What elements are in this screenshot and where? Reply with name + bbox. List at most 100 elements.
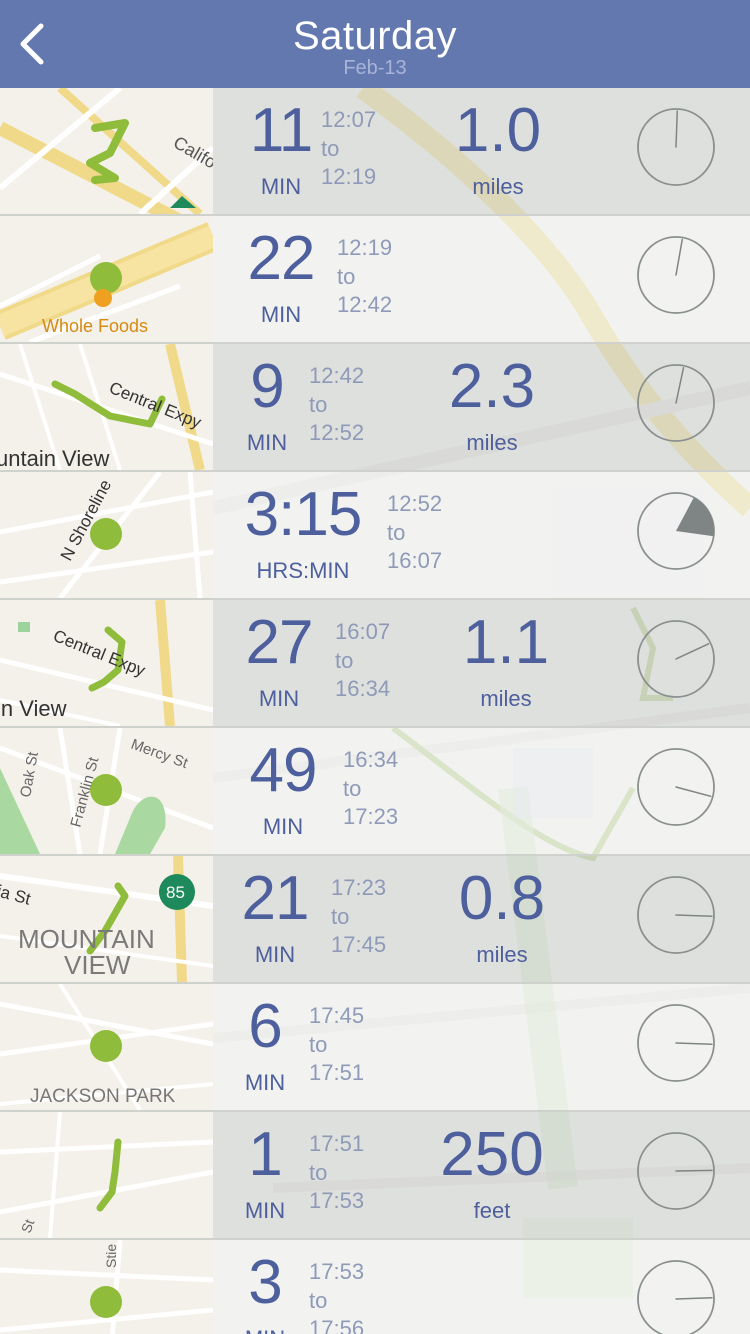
distance-unit: miles — [480, 686, 532, 711]
trip-summary: 1 MIN 17:51 to 17:53 250 feet — [213, 1112, 750, 1238]
duration-unit: MIN — [205, 1326, 325, 1334]
clock-icon — [637, 236, 715, 314]
clock-hand — [675, 1169, 713, 1172]
map-thumbnail[interactable]: Stie — [0, 1240, 213, 1334]
location-dot — [90, 262, 122, 294]
trip-row[interactable]: ia St MOUNTAIN VIEW 85 21 MIN 17:23 to 17:45 0.8 m… — [0, 856, 750, 984]
clock-hand — [675, 110, 679, 148]
clock-icon — [637, 748, 715, 826]
duration-value: 22 — [247, 224, 316, 293]
trip-row[interactable]: Califo 11 MIN 12:07 to 12:19 1.0 miles — [0, 88, 750, 216]
area-label: JACKSON PARK — [30, 1086, 176, 1107]
clock-hand — [675, 643, 710, 660]
time-range: 12:42 to 12:52 — [309, 362, 364, 448]
nav-bar: Saturday Feb-13 — [0, 0, 750, 88]
trip-summary: 21 MIN 17:23 to 17:45 0.8 miles — [213, 856, 750, 982]
clock-icon — [637, 1004, 715, 1082]
map-thumbnail[interactable]: Central Expy in View — [0, 600, 213, 726]
duration-unit: MIN — [262, 814, 304, 839]
clock-hand — [675, 238, 684, 276]
duration-value: 3:15 — [244, 480, 363, 549]
trip-summary: 49 MIN 16:34 to 17:23 — [213, 728, 750, 854]
duration-unit: MIN — [260, 302, 302, 327]
distance-value: 250 — [440, 1120, 544, 1189]
clock-hand — [675, 914, 713, 918]
trip-row[interactable]: Oak St Franklin St Mercy St 49 MIN 16:34 to 17:… — [0, 728, 750, 856]
to-label: to — [331, 903, 350, 929]
clock-hand — [675, 1296, 713, 1300]
city-label: untain View — [0, 446, 109, 470]
start-time: 17:45 — [309, 1003, 365, 1028]
distance-unit: miles — [476, 942, 528, 967]
time-range: 12:19 to 12:42 — [337, 234, 392, 320]
clock-icon — [637, 492, 715, 570]
time-range: 17:23 to 17:45 — [331, 874, 386, 960]
page-title: Saturday — [292, 14, 458, 58]
time-range: 17:53 to 17:56 — [309, 1258, 364, 1334]
end-time: 16:07 — [387, 548, 443, 573]
duration-value: 49 — [249, 736, 318, 805]
map-thumbnail[interactable]: N Shoreline — [0, 472, 213, 598]
clock-hand — [675, 1042, 713, 1046]
duration-value: 6 — [248, 992, 282, 1061]
time-range: 17:51 to 17:53 — [309, 1130, 364, 1216]
trip-summary: 11 MIN 12:07 to 12:19 1.0 miles — [213, 88, 750, 214]
to-label: to — [309, 1031, 328, 1057]
trip-summary: 3MIN17:53to17:56 — [213, 1240, 750, 1334]
trip-list: Califo 11 MIN 12:07 to 12:19 1.0 miles Whole Foo… — [0, 88, 750, 1334]
map-thumbnail[interactable]: Califo — [0, 88, 213, 214]
distance-unit: miles — [466, 430, 518, 455]
to-label: to — [309, 1287, 328, 1313]
to-label: to — [335, 647, 354, 673]
trip-row[interactable]: N Shoreline 3:15 HRS:MIN 12:52 to 16:07 — [0, 472, 750, 600]
time-range: 12:52 to 16:07 — [387, 490, 442, 576]
end-time: 12:52 — [309, 420, 365, 445]
trip-summary: 6 MIN 17:45 to 17:51 — [213, 984, 750, 1110]
start-time: 17:23 — [331, 875, 387, 900]
trip-row[interactable]: Whole Foods 22 MIN 12:19 to 12:42 — [0, 216, 750, 344]
trip-row[interactable]: JACKSON PARK 6 MIN 17:45 to 17:51 — [0, 984, 750, 1112]
duration-unit: HRS:MIN — [256, 558, 350, 583]
trip-row[interactable]: Central Expy untain View 9 MIN 12:42 to 12:52 2… — [0, 344, 750, 472]
trip-row[interactable]: Central Expy in View 27 MIN 16:07 to 16:34 1.1 m… — [0, 600, 750, 728]
clock-hand — [675, 786, 712, 798]
distance-value: 0.8 — [458, 864, 546, 933]
distance-value: 2.3 — [448, 352, 536, 421]
end-time: 12:42 — [337, 292, 393, 317]
map-thumbnail[interactable]: ia St MOUNTAIN VIEW 85 — [0, 856, 213, 982]
start-time: 12:07 — [321, 107, 377, 132]
trip-row[interactable]: Stie 3 MIN 17:53 to 17:56 — [0, 1240, 750, 1334]
trip-summary: 27 MIN 16:07 to 16:34 1.1 miles — [213, 600, 750, 726]
to-label: to — [343, 775, 362, 801]
start-time: 17:53 — [309, 1259, 365, 1284]
clock-icon — [637, 876, 715, 954]
map-thumbnail[interactable]: Central Expy untain View — [0, 344, 213, 470]
end-time: 12:19 — [321, 164, 377, 189]
distance-unit: feet — [473, 1198, 511, 1223]
duration-value: 1 — [248, 1120, 282, 1189]
start-time: 17:51 — [309, 1131, 365, 1156]
clock-elapsed-wedge — [676, 497, 714, 537]
highway-number: 85 — [166, 883, 185, 902]
duration-value: 27 — [245, 608, 314, 677]
end-time: 16:34 — [335, 676, 391, 701]
place-label: Whole Foods — [42, 316, 148, 336]
clock-icon — [637, 1260, 715, 1334]
map-thumbnail[interactable]: St — [0, 1112, 213, 1238]
end-time: 17:53 — [309, 1188, 365, 1213]
trip-summary: 3:15 HRS:MIN 12:52 to 16:07 — [213, 472, 750, 598]
clock-icon — [637, 1132, 715, 1210]
end-time: 17:23 — [343, 804, 399, 829]
map-thumbnail[interactable]: Whole Foods — [0, 216, 213, 342]
start-time: 12:42 — [309, 363, 365, 388]
start-time: 16:34 — [343, 747, 399, 772]
to-label: to — [387, 519, 406, 545]
time-range: 17:45 to 17:51 — [309, 1002, 364, 1088]
distance-value: 1.0 — [454, 96, 542, 165]
to-label: to — [309, 391, 328, 417]
duration-unit: MIN — [244, 1070, 286, 1095]
map-thumbnail[interactable]: JACKSON PARK — [0, 984, 213, 1110]
map-thumbnail[interactable]: Oak St Franklin St Mercy St — [0, 728, 213, 854]
trip-row[interactable]: St 1 MIN 17:51 to 17:53 250 feet — [0, 1112, 750, 1240]
clock-icon — [637, 108, 715, 186]
